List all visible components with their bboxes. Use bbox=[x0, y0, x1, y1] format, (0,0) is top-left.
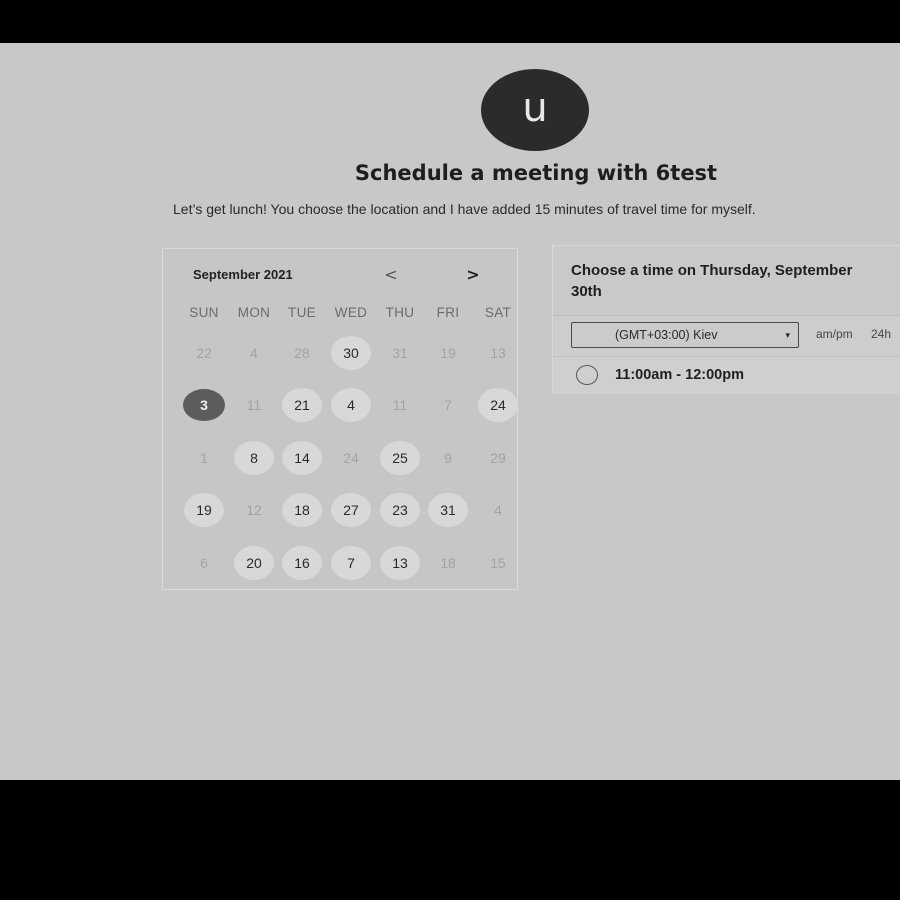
format-ampm-toggle[interactable]: am/pm bbox=[816, 327, 853, 341]
weekday-header: SAT bbox=[484, 305, 512, 320]
calendar-day-unavailable: 24 bbox=[343, 450, 359, 466]
weekday-header: SUN bbox=[189, 305, 219, 320]
weekday-header: MON bbox=[237, 305, 271, 320]
calendar-day-unavailable: 6 bbox=[200, 555, 208, 571]
date-picker: September 2021 < > SUN MON TUE WED THU FRI SAT… bbox=[162, 248, 518, 590]
meeting-description: Let’s get lunch! You choose the location… bbox=[173, 201, 756, 217]
time-slot-label: 11:00am - 12:00pm bbox=[615, 367, 744, 383]
calendar-day-available[interactable]: 20 bbox=[234, 546, 274, 580]
calendar-day-available[interactable]: 4 bbox=[331, 388, 371, 422]
calendar-day-unavailable: 22 bbox=[196, 345, 212, 361]
timezone-select[interactable]: (GMT+03:00) Kiev ▾ bbox=[571, 322, 799, 348]
calendar-day-unavailable: 4 bbox=[494, 502, 502, 518]
calendar-day-unavailable: 11 bbox=[392, 397, 408, 413]
calendar-day-unavailable: 18 bbox=[440, 555, 456, 571]
weekday-header: FRI bbox=[436, 305, 460, 320]
calendar-day-unavailable: 13 bbox=[490, 345, 506, 361]
calendar-day-available[interactable]: 7 bbox=[331, 546, 371, 580]
calendar-day-unavailable: 12 bbox=[246, 502, 262, 518]
time-picker-panel: Choose a time on Thursday, September 30t… bbox=[552, 245, 900, 394]
calendar-day-selected[interactable]: 3 bbox=[183, 389, 225, 421]
calendar-day-available[interactable]: 24 bbox=[478, 388, 518, 422]
selected-date-title: Choose a time on Thursday, September 30t… bbox=[571, 262, 853, 300]
calendar-day-unavailable: 29 bbox=[490, 450, 506, 466]
calendar-day-available[interactable]: 23 bbox=[380, 493, 420, 527]
calendar-day-available[interactable]: 30 bbox=[331, 336, 371, 370]
calendar-day-unavailable: 9 bbox=[444, 450, 452, 466]
page-title: Schedule a meeting with 6test bbox=[354, 161, 718, 185]
calendar-day-available[interactable]: 31 bbox=[428, 493, 468, 527]
scheduling-page: u Schedule a meeting with 6test Let’s ge… bbox=[0, 43, 900, 780]
weekday-header: TUE bbox=[288, 305, 316, 320]
radio-circle-icon[interactable] bbox=[576, 365, 598, 385]
calendar-day-available[interactable]: 27 bbox=[331, 493, 371, 527]
month-label: September 2021 bbox=[193, 267, 293, 282]
calendar-day-available[interactable]: 21 bbox=[282, 388, 322, 422]
calendar-day-unavailable: 28 bbox=[294, 345, 310, 361]
host-avatar: u bbox=[481, 69, 589, 151]
time-slot-option[interactable]: 11:00am - 12:00pm bbox=[553, 356, 900, 394]
previous-month-button[interactable]: < bbox=[379, 263, 403, 287]
calendar-day-unavailable: 31 bbox=[392, 345, 408, 361]
calendar-day-unavailable: 4 bbox=[250, 345, 258, 361]
calendar-day-available[interactable]: 8 bbox=[234, 441, 274, 475]
next-month-button[interactable]: > bbox=[461, 263, 485, 287]
calendar-day-available[interactable]: 16 bbox=[282, 546, 322, 580]
calendar-day-unavailable: 7 bbox=[444, 397, 452, 413]
timezone-value: (GMT+03:00) Kiev bbox=[615, 328, 718, 342]
weekday-header: THU bbox=[385, 305, 415, 320]
calendar-day-available[interactable]: 19 bbox=[184, 493, 224, 527]
time-picker-header: Choose a time on Thursday, September 30t… bbox=[553, 246, 900, 316]
chevron-down-icon: ▾ bbox=[785, 330, 790, 340]
format-24h-toggle[interactable]: 24h bbox=[871, 327, 891, 341]
calendar-day-unavailable: 19 bbox=[440, 345, 456, 361]
calendar-day-unavailable: 1 bbox=[200, 450, 208, 466]
calendar-day-unavailable: 11 bbox=[246, 397, 262, 413]
calendar-day-available[interactable]: 18 bbox=[282, 493, 322, 527]
calendar-day-available[interactable]: 14 bbox=[282, 441, 322, 475]
calendar-day-available[interactable]: 13 bbox=[380, 546, 420, 580]
weekday-header: WED bbox=[334, 305, 368, 320]
calendar-day-unavailable: 15 bbox=[490, 555, 506, 571]
calendar-day-available[interactable]: 25 bbox=[380, 441, 420, 475]
